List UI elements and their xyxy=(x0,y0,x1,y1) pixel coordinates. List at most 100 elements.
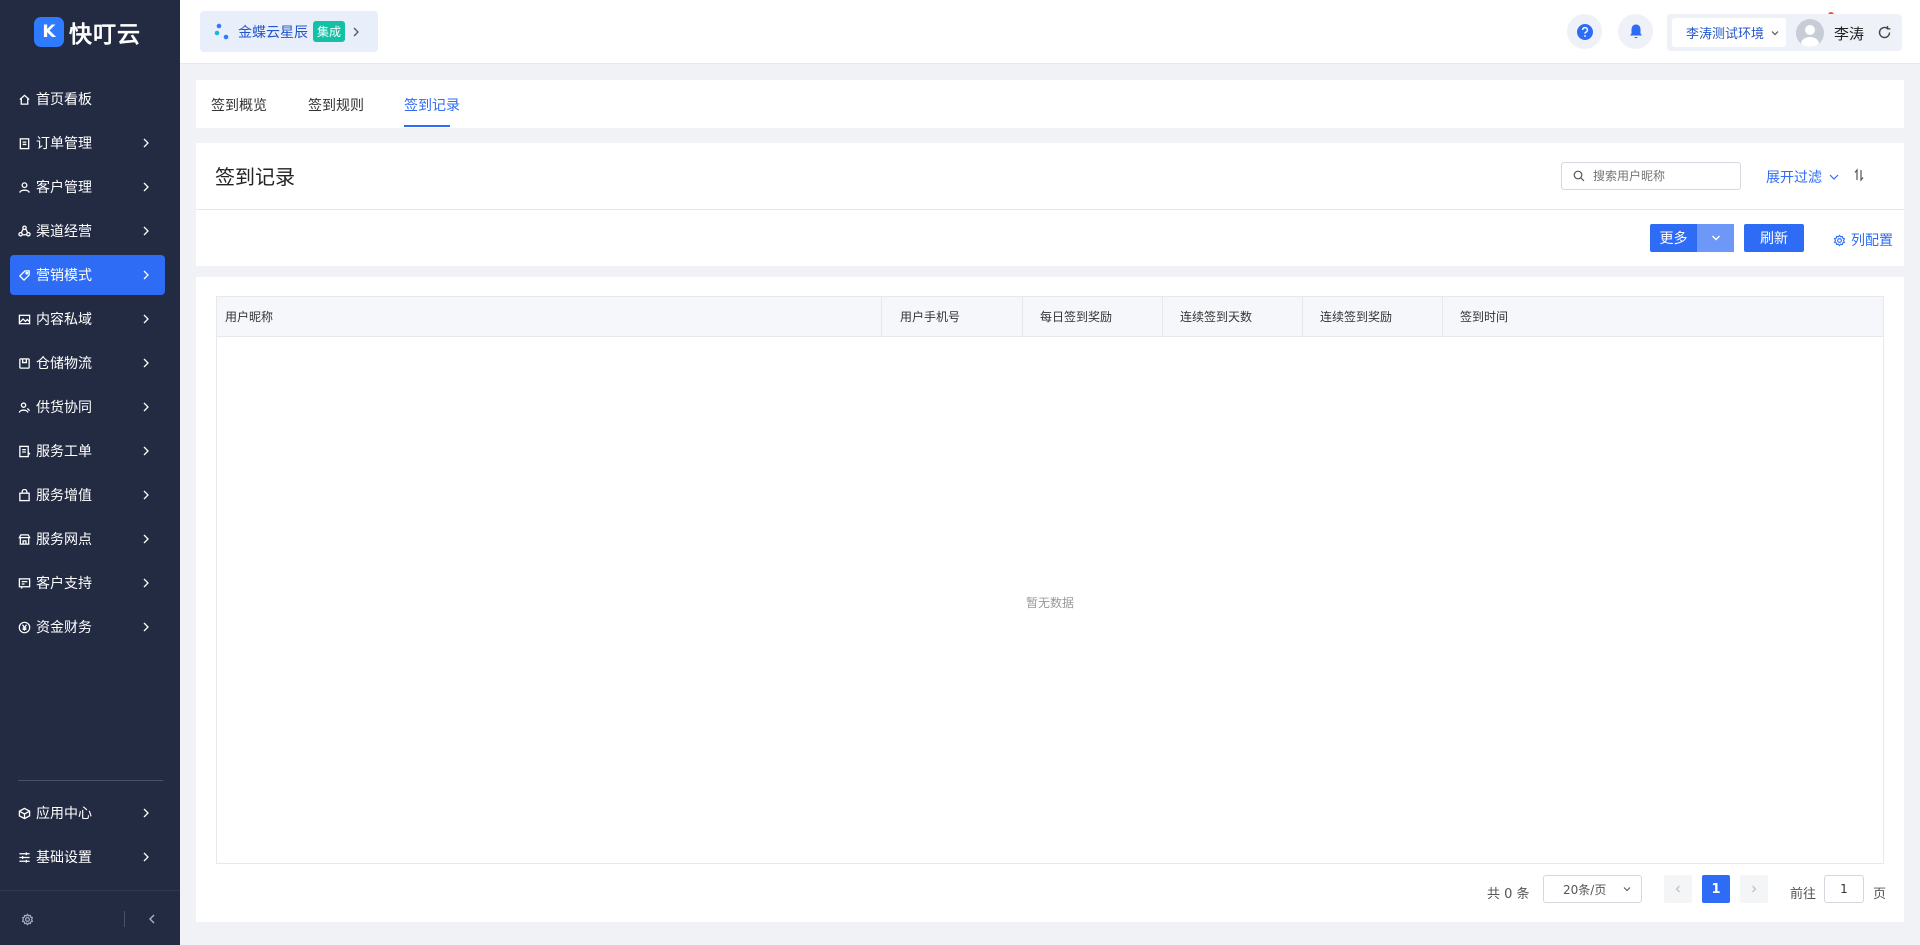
sidebar-item-service-points[interactable]: 服务网点 xyxy=(10,519,165,559)
sidebar-item-warehouse[interactable]: 仓储物流 xyxy=(10,343,165,383)
sidebar-item-marketing[interactable]: 营销模式 xyxy=(10,255,165,295)
chevron-down-icon xyxy=(1623,887,1631,892)
search-box[interactable] xyxy=(1561,162,1741,190)
search-input[interactable] xyxy=(1593,169,1733,183)
empty-state: 暂无数据 xyxy=(1025,596,1074,610)
records-table: 用户昵称 用户手机号 每日签到奖励 连续签到天数 连续签到奖励 签到时间 暂无数… xyxy=(216,296,1884,864)
chevron-right-icon xyxy=(143,446,149,456)
sidebar-item-label: 营销模式 xyxy=(36,268,92,284)
chevron-down-icon xyxy=(1711,235,1720,241)
notifications-button[interactable] xyxy=(1618,14,1653,49)
sidebar-item-label: 服务网点 xyxy=(36,532,92,548)
sidebar-item-label: 服务增值 xyxy=(36,488,92,504)
chevron-right-icon xyxy=(143,226,149,236)
header-divider xyxy=(196,209,1904,210)
goto-page-input[interactable] xyxy=(1824,875,1864,903)
sidebar-item-content[interactable]: 内容私域 xyxy=(10,299,165,339)
tab-checkin-overview[interactable]: 签到概览 xyxy=(211,95,267,115)
user-name[interactable]: 李涛 xyxy=(1834,23,1864,44)
sidebar-item-orders[interactable]: 订单管理 xyxy=(10,123,165,163)
tab-checkin-records[interactable]: 签到记录 xyxy=(404,95,460,115)
tag-icon xyxy=(17,268,31,282)
chevron-right-icon xyxy=(143,138,149,148)
product-switcher[interactable]: 金蝶云星辰 集成 xyxy=(200,11,378,52)
sidebar-footer xyxy=(0,890,180,945)
sidebar-item-value-added[interactable]: 服务增值 xyxy=(10,475,165,515)
column-header[interactable]: 用户昵称 xyxy=(217,297,882,336)
avatar[interactable] xyxy=(1796,19,1824,47)
sidebar-item-settings[interactable]: 基础设置 xyxy=(10,837,165,877)
goto-label: 前往 xyxy=(1790,887,1817,902)
sidebar-item-channels[interactable]: 渠道经营 xyxy=(10,211,165,251)
yen-icon xyxy=(17,620,31,634)
logo-mark-icon: K xyxy=(34,17,64,47)
sidebar-divider xyxy=(18,780,163,781)
search-icon xyxy=(1573,170,1585,182)
sidebar-item-customers[interactable]: 客户管理 xyxy=(10,167,165,207)
people-icon xyxy=(17,400,31,414)
user-icon xyxy=(17,180,31,194)
next-page-button[interactable] xyxy=(1740,875,1768,903)
chevron-right-icon xyxy=(143,402,149,412)
environment-select[interactable]: 李涛测试环境 xyxy=(1672,18,1786,47)
tab-bar: 签到概览 签到规则 签到记录 xyxy=(196,80,1904,128)
column-config-button[interactable]: 列配置 xyxy=(1833,230,1893,250)
chevron-right-icon xyxy=(143,852,149,862)
chevron-right-icon xyxy=(143,622,149,632)
box-icon xyxy=(17,356,31,370)
chevron-left-icon xyxy=(1675,885,1680,893)
column-header[interactable]: 连续签到奖励 xyxy=(1303,297,1443,336)
sort-icon[interactable] xyxy=(1852,168,1866,182)
tab-checkin-rules[interactable]: 签到规则 xyxy=(308,95,364,115)
more-button[interactable]: 更多 xyxy=(1650,224,1734,252)
chevron-right-icon xyxy=(143,490,149,500)
chevron-right-icon xyxy=(1752,885,1757,893)
column-header[interactable]: 用户手机号 xyxy=(882,297,1023,336)
sidebar-item-finance[interactable]: 资金财务 xyxy=(10,607,165,647)
sidebar-item-customer-support[interactable]: 客户支持 xyxy=(10,563,165,603)
sidebar-item-label: 客户支持 xyxy=(36,576,92,592)
app-name: 快叮云 xyxy=(69,22,141,48)
page-size-label: 20条/页 xyxy=(1563,882,1607,897)
expand-filter-button[interactable]: 展开过滤 xyxy=(1766,167,1840,187)
gear-icon xyxy=(1833,234,1846,246)
sidebar-item-label: 供货协同 xyxy=(36,400,92,416)
records-table-card: 用户昵称 用户手机号 每日签到奖励 连续签到天数 连续签到奖励 签到时间 暂无数… xyxy=(196,277,1904,922)
app-logo[interactable]: K 快叮云 xyxy=(0,0,180,64)
column-header[interactable]: 签到时间 xyxy=(1443,297,1883,336)
sidebar-item-supply[interactable]: 供货协同 xyxy=(10,387,165,427)
chevron-right-icon xyxy=(143,358,149,368)
sidebar-item-dashboard[interactable]: 首页看板 xyxy=(10,79,165,119)
sidebar-item-label: 客户管理 xyxy=(36,180,92,196)
column-header[interactable]: 连续签到天数 xyxy=(1163,297,1303,336)
table-header: 用户昵称 用户手机号 每日签到奖励 连续签到天数 连续签到奖励 签到时间 xyxy=(217,297,1883,337)
sidebar-item-app-center[interactable]: 应用中心 xyxy=(10,793,165,833)
sidebar-item-label: 应用中心 xyxy=(36,806,92,822)
image-icon xyxy=(17,312,31,326)
product-name: 金蝶云星辰 xyxy=(238,24,308,41)
sliders-icon xyxy=(17,850,31,864)
sidebar-item-label: 基础设置 xyxy=(36,850,92,866)
footer-separator xyxy=(124,911,125,927)
bell-icon xyxy=(1629,24,1642,39)
more-dropdown-toggle[interactable] xyxy=(1697,224,1734,252)
prev-page-button[interactable] xyxy=(1664,875,1692,903)
sidebar-item-label: 订单管理 xyxy=(36,136,92,152)
chevron-down-icon xyxy=(1771,30,1779,35)
help-button[interactable] xyxy=(1567,14,1602,49)
refresh-button[interactable]: 刷新 xyxy=(1744,224,1804,252)
chevron-right-icon xyxy=(143,314,149,324)
chevron-right-icon xyxy=(143,808,149,818)
channel-icon xyxy=(17,224,31,238)
refresh-icon[interactable] xyxy=(1877,25,1892,40)
sidebar-item-service-tickets[interactable]: 服务工单 xyxy=(10,431,165,471)
chevron-right-icon xyxy=(143,534,149,544)
clipboard-icon xyxy=(17,136,31,150)
page-suffix: 页 xyxy=(1873,887,1887,902)
page-size-select[interactable]: 20条/页 xyxy=(1543,875,1642,903)
sidebar-item-label: 渠道经营 xyxy=(36,224,92,240)
gear-icon[interactable] xyxy=(21,913,34,926)
collapse-sidebar-icon[interactable] xyxy=(145,912,159,926)
page-button-current[interactable]: 1 xyxy=(1702,875,1730,903)
column-header[interactable]: 每日签到奖励 xyxy=(1023,297,1163,336)
